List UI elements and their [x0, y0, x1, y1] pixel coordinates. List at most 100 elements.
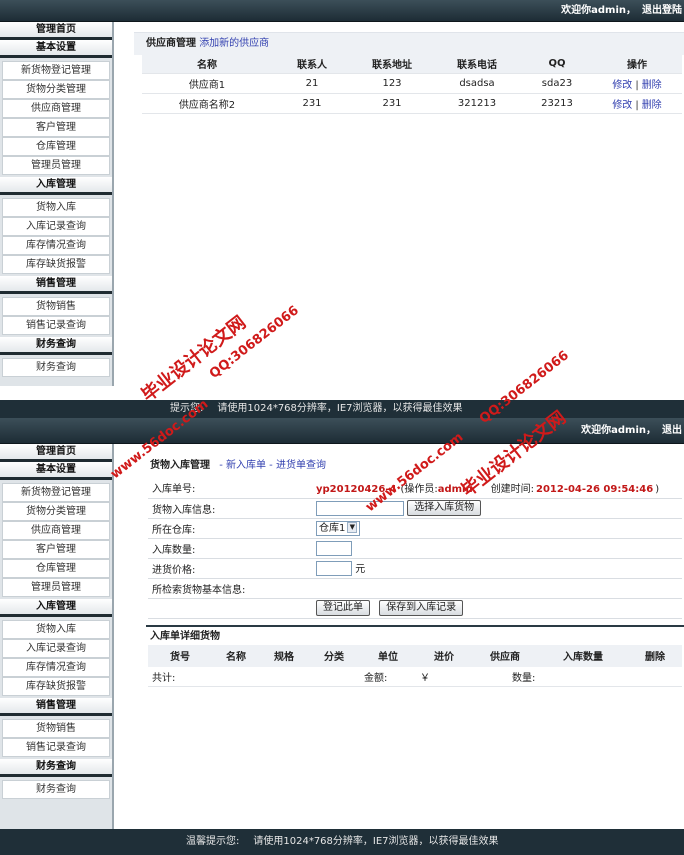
- sidebar-list-stock-in: 货物入库 入库记录查询 库存情况查询 库存缺货报警: [0, 617, 112, 698]
- sidebar-item-stock-status[interactable]: 库存情况查询: [2, 658, 110, 677]
- sidebar-item-goods-sales[interactable]: 货物销售: [2, 297, 110, 316]
- sidebar-section-stock-in[interactable]: 入库管理: [0, 599, 112, 617]
- sidebar-item-admin[interactable]: 管理员管理: [2, 578, 110, 597]
- price-input[interactable]: [316, 561, 352, 577]
- warehouse-select[interactable]: 仓库1 ▼: [316, 520, 361, 536]
- top-header-bar: 欢迎你admin， 退出: [0, 418, 684, 444]
- edit-link[interactable]: 修改: [612, 100, 632, 111]
- sidebar-section-home[interactable]: 管理首页: [0, 444, 112, 462]
- sidebar-item-goods-in[interactable]: 货物入库: [2, 620, 110, 639]
- supplier-main: 供应商管理 添加新的供应商 名称 联系人 联系地址 联系电话 QQ 操作 供应商…: [134, 32, 684, 400]
- supplier-contact: 231: [272, 93, 352, 114]
- goods-cell: 选择入库货物: [312, 498, 682, 519]
- sidebar-item-finance-query[interactable]: 财务查询: [2, 358, 110, 377]
- sidebar-item-sales-records[interactable]: 销售记录查询: [2, 316, 110, 335]
- sidebar-list-finance: 财务查询: [0, 355, 112, 379]
- price-cell: 元: [312, 558, 682, 579]
- sidebar-section-basic-settings[interactable]: 基本设置: [0, 40, 112, 58]
- order-no-value: yp20120426-4: [316, 484, 397, 496]
- save-record-button[interactable]: 保存到入库记录: [379, 600, 464, 616]
- sidebar-item-goods-category[interactable]: 货物分类管理: [2, 80, 110, 99]
- supplier-phone: 321213: [432, 93, 522, 114]
- choose-goods-button[interactable]: 选择入库货物: [407, 500, 482, 516]
- sidebar-item-supplier[interactable]: 供应商管理: [2, 521, 110, 540]
- sidebar-section-home[interactable]: 管理首页: [0, 22, 112, 40]
- sidebar-item-sales-records[interactable]: 销售记录查询: [2, 738, 110, 757]
- sidebar-item-goods-in[interactable]: 货物入库: [2, 198, 110, 217]
- sidebar-list-basic: 新货物登记管理 货物分类管理 供应商管理 客户管理 仓库管理 管理员管理: [0, 480, 112, 599]
- sidebar-item-in-records[interactable]: 入库记录查询: [2, 639, 110, 658]
- supplier-actions: 修改 | 删除: [592, 72, 682, 94]
- supplier-table: 名称 联系人 联系地址 联系电话 QQ 操作 供应商1 21 123 dsads…: [142, 55, 682, 114]
- supplier-phone: dsadsa: [432, 72, 522, 94]
- qty-input[interactable]: [316, 540, 352, 556]
- supplier-address: 231: [352, 93, 432, 114]
- stock-in-screen: 欢迎你admin， 退出 管理首页 基本设置 新货物登记管理 货物分类管理 供应商…: [0, 418, 684, 855]
- supplier-contact: 21: [272, 72, 352, 94]
- actions-spacer: [148, 598, 312, 619]
- detail-total-row: 共计: 金额: ￥ 数量:: [148, 666, 682, 687]
- sidebar-item-supplier[interactable]: 供应商管理: [2, 99, 110, 118]
- footer-label: 温馨提示您:: [186, 836, 240, 847]
- sidebar-item-admin[interactable]: 管理员管理: [2, 156, 110, 175]
- order-no-label: 入库单号:: [148, 478, 312, 499]
- warehouse-selected: 仓库1: [319, 522, 346, 534]
- sidebar-list-finance: 财务查询: [0, 777, 112, 801]
- sidebar-section-basic-settings[interactable]: 基本设置: [0, 462, 112, 480]
- sidebar-item-customer[interactable]: 客户管理: [2, 118, 110, 137]
- amount-label: 金额:: [360, 666, 416, 687]
- sidebar-section-stock-in[interactable]: 入库管理: [0, 177, 112, 195]
- goods-input[interactable]: [316, 500, 404, 516]
- column-header: 规格: [260, 644, 308, 667]
- price-label: 进货价格:: [148, 558, 312, 579]
- supplier-table-header: 名称 联系人 联系地址 联系电话 QQ 操作: [142, 55, 682, 73]
- new-order-link[interactable]: 新入库单: [226, 460, 266, 471]
- sidebar-item-warehouse[interactable]: 仓库管理: [2, 137, 110, 156]
- sidebar-item-stock-alert[interactable]: 库存缺货报警: [2, 677, 110, 696]
- sidebar-section-finance[interactable]: 财务查询: [0, 759, 112, 777]
- sidebar-item-stock-alert[interactable]: 库存缺货报警: [2, 255, 110, 274]
- basic-info-cell: [312, 578, 682, 599]
- created-close: ): [655, 484, 660, 496]
- supplier-qq: 23213: [522, 93, 592, 114]
- sidebar-item-in-records[interactable]: 入库记录查询: [2, 217, 110, 236]
- form-row-basic: 所检索货物基本信息:: [148, 578, 682, 599]
- sidebar-item-warehouse[interactable]: 仓库管理: [2, 559, 110, 578]
- actions-cell: 登记此单 保存到入库记录: [312, 598, 682, 619]
- total-label: 共计:: [148, 666, 360, 687]
- column-header: 联系地址: [352, 55, 432, 73]
- sidebar-section-sales[interactable]: 销售管理: [0, 276, 112, 294]
- stock-in-title: 货物入库管理: [150, 460, 210, 471]
- supplier-title: 供应商管理: [146, 38, 196, 49]
- sidebar-item-customer[interactable]: 客户管理: [2, 540, 110, 559]
- sidebar-item-finance-query[interactable]: 财务查询: [2, 780, 110, 799]
- supplier-actions: 修改 | 删除: [592, 93, 682, 114]
- purchase-query-link[interactable]: 进货单查询: [276, 460, 326, 471]
- delete-link[interactable]: 删除: [642, 80, 662, 91]
- sidebar-item-goods-register[interactable]: 新货物登记管理: [2, 483, 110, 502]
- detail-title: 入库单详细货物: [146, 624, 684, 645]
- footer-text: 请使用1024*768分辨率，IE7浏览器，以获得最佳效果: [217, 403, 463, 414]
- form-row-warehouse: 所在仓库: 仓库1 ▼: [148, 518, 682, 539]
- delete-link[interactable]: 删除: [642, 100, 662, 111]
- column-header: 货号: [148, 644, 212, 667]
- warehouse-label: 所在仓库:: [148, 518, 312, 539]
- sidebar-section-sales[interactable]: 销售管理: [0, 698, 112, 716]
- welcome-area: 欢迎你admin， 退出: [575, 418, 684, 444]
- top-header-bar: 欢迎你admin， 退出登陆: [0, 0, 684, 22]
- edit-link[interactable]: 修改: [612, 80, 632, 91]
- logout-link[interactable]: 退出: [662, 425, 682, 436]
- currency-symbol: ￥: [416, 666, 472, 687]
- goods-label: 货物入库信息:: [148, 498, 312, 519]
- sidebar-item-goods-category[interactable]: 货物分类管理: [2, 502, 110, 521]
- logout-link[interactable]: 退出登陆: [642, 5, 682, 16]
- sidebar-section-finance[interactable]: 财务查询: [0, 337, 112, 355]
- sidebar-item-stock-status[interactable]: 库存情况查询: [2, 236, 110, 255]
- sidebar-item-goods-register[interactable]: 新货物登记管理: [2, 61, 110, 80]
- add-supplier-link[interactable]: 添加新的供应商: [199, 38, 269, 49]
- chevron-down-icon: ▼: [347, 521, 358, 533]
- sidebar-item-goods-sales[interactable]: 货物销售: [2, 719, 110, 738]
- register-order-button[interactable]: 登记此单: [316, 600, 370, 616]
- created-time: 2012-04-26 09:54:46: [535, 484, 654, 496]
- table-row: 供应商1 21 123 dsadsa sda23 修改 | 删除: [142, 72, 682, 94]
